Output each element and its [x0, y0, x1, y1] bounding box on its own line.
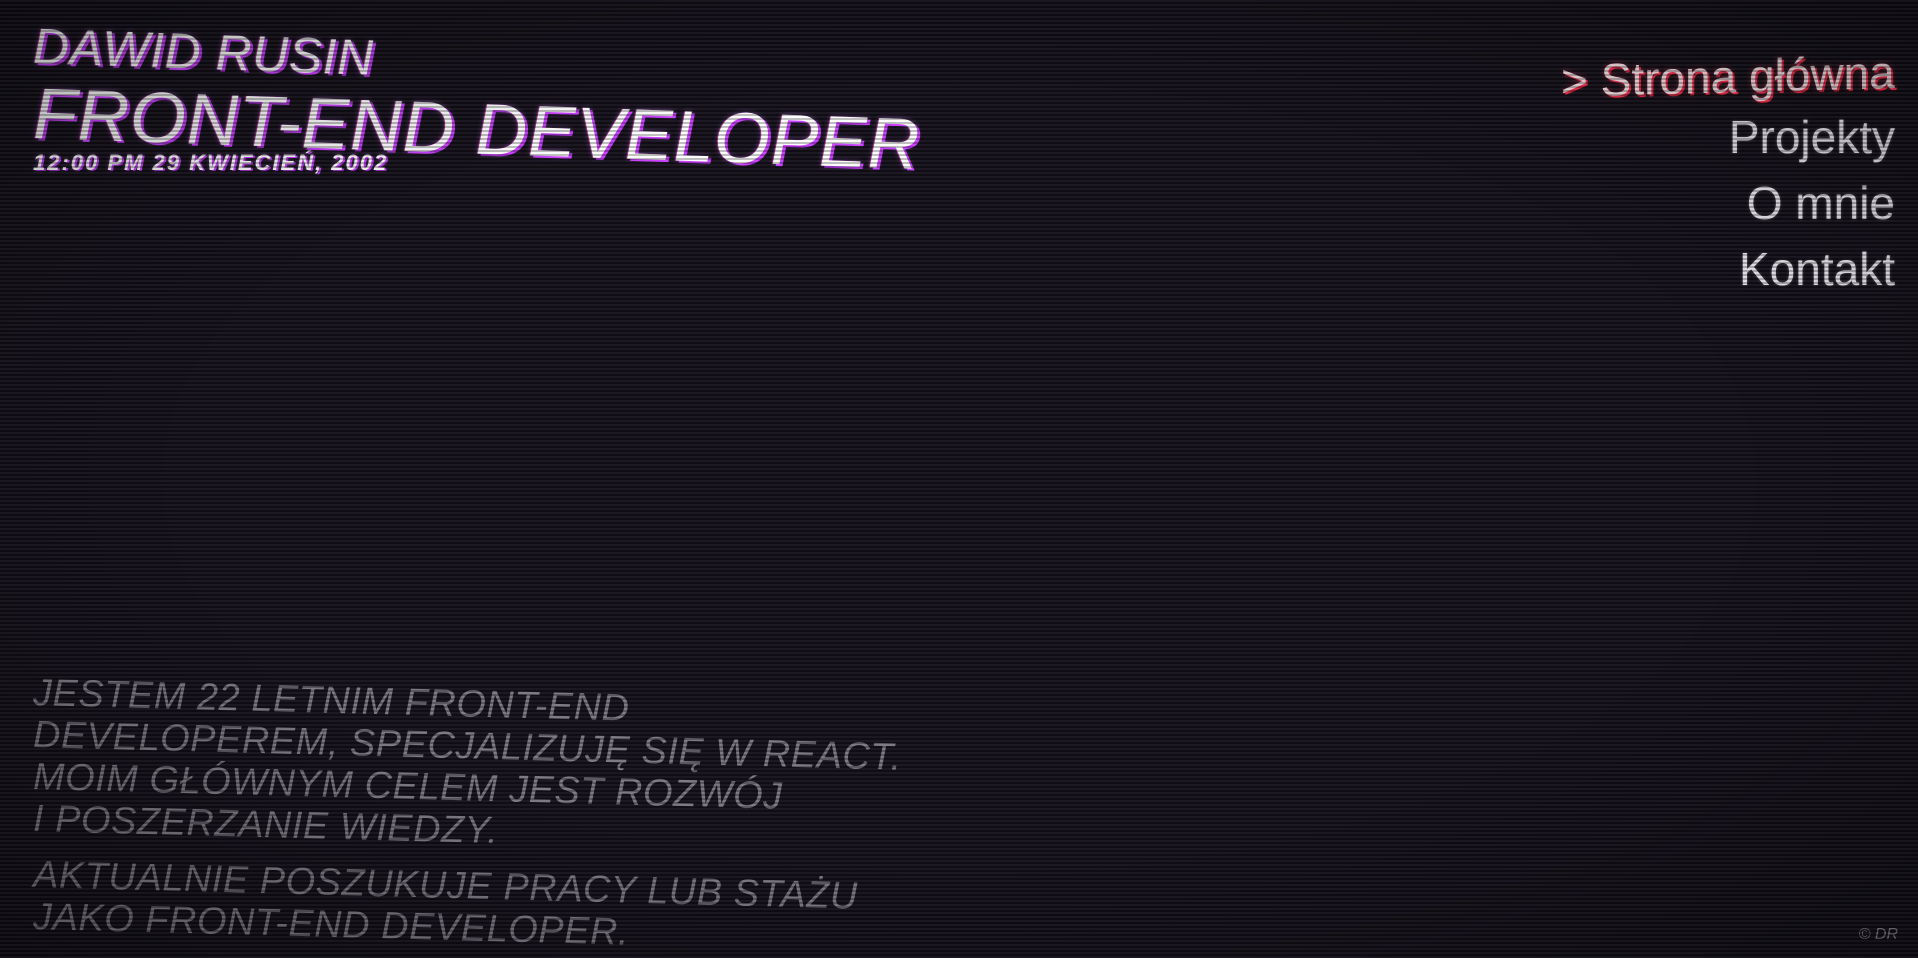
nav-item-about[interactable]: O mnie: [1561, 170, 1895, 236]
bio-section: JESTEM 22 LETNIM FRONT-END DEVELOPEREM, …: [33, 672, 902, 954]
bio-paragraph-status: AKTUALNIE POSZUKUJE PRACY LUB STAŻU JAKO…: [33, 854, 902, 954]
bio-paragraph-intro: JESTEM 22 LETNIM FRONT-END DEVELOPEREM, …: [33, 672, 902, 852]
nav-item-contact[interactable]: Kontakt: [1561, 236, 1895, 302]
main-nav: > Strona główna Projekty O mnie Kontakt: [1561, 44, 1895, 302]
copyright-footer: © DR: [1858, 926, 1898, 943]
nav-item-home[interactable]: > Strona główna: [1561, 44, 1895, 109]
nav-item-projects[interactable]: Projekty: [1561, 104, 1895, 170]
site-header: DAWID RUSIN FRONT-END DEVELOPER 12:00 PM…: [33, 18, 920, 185]
